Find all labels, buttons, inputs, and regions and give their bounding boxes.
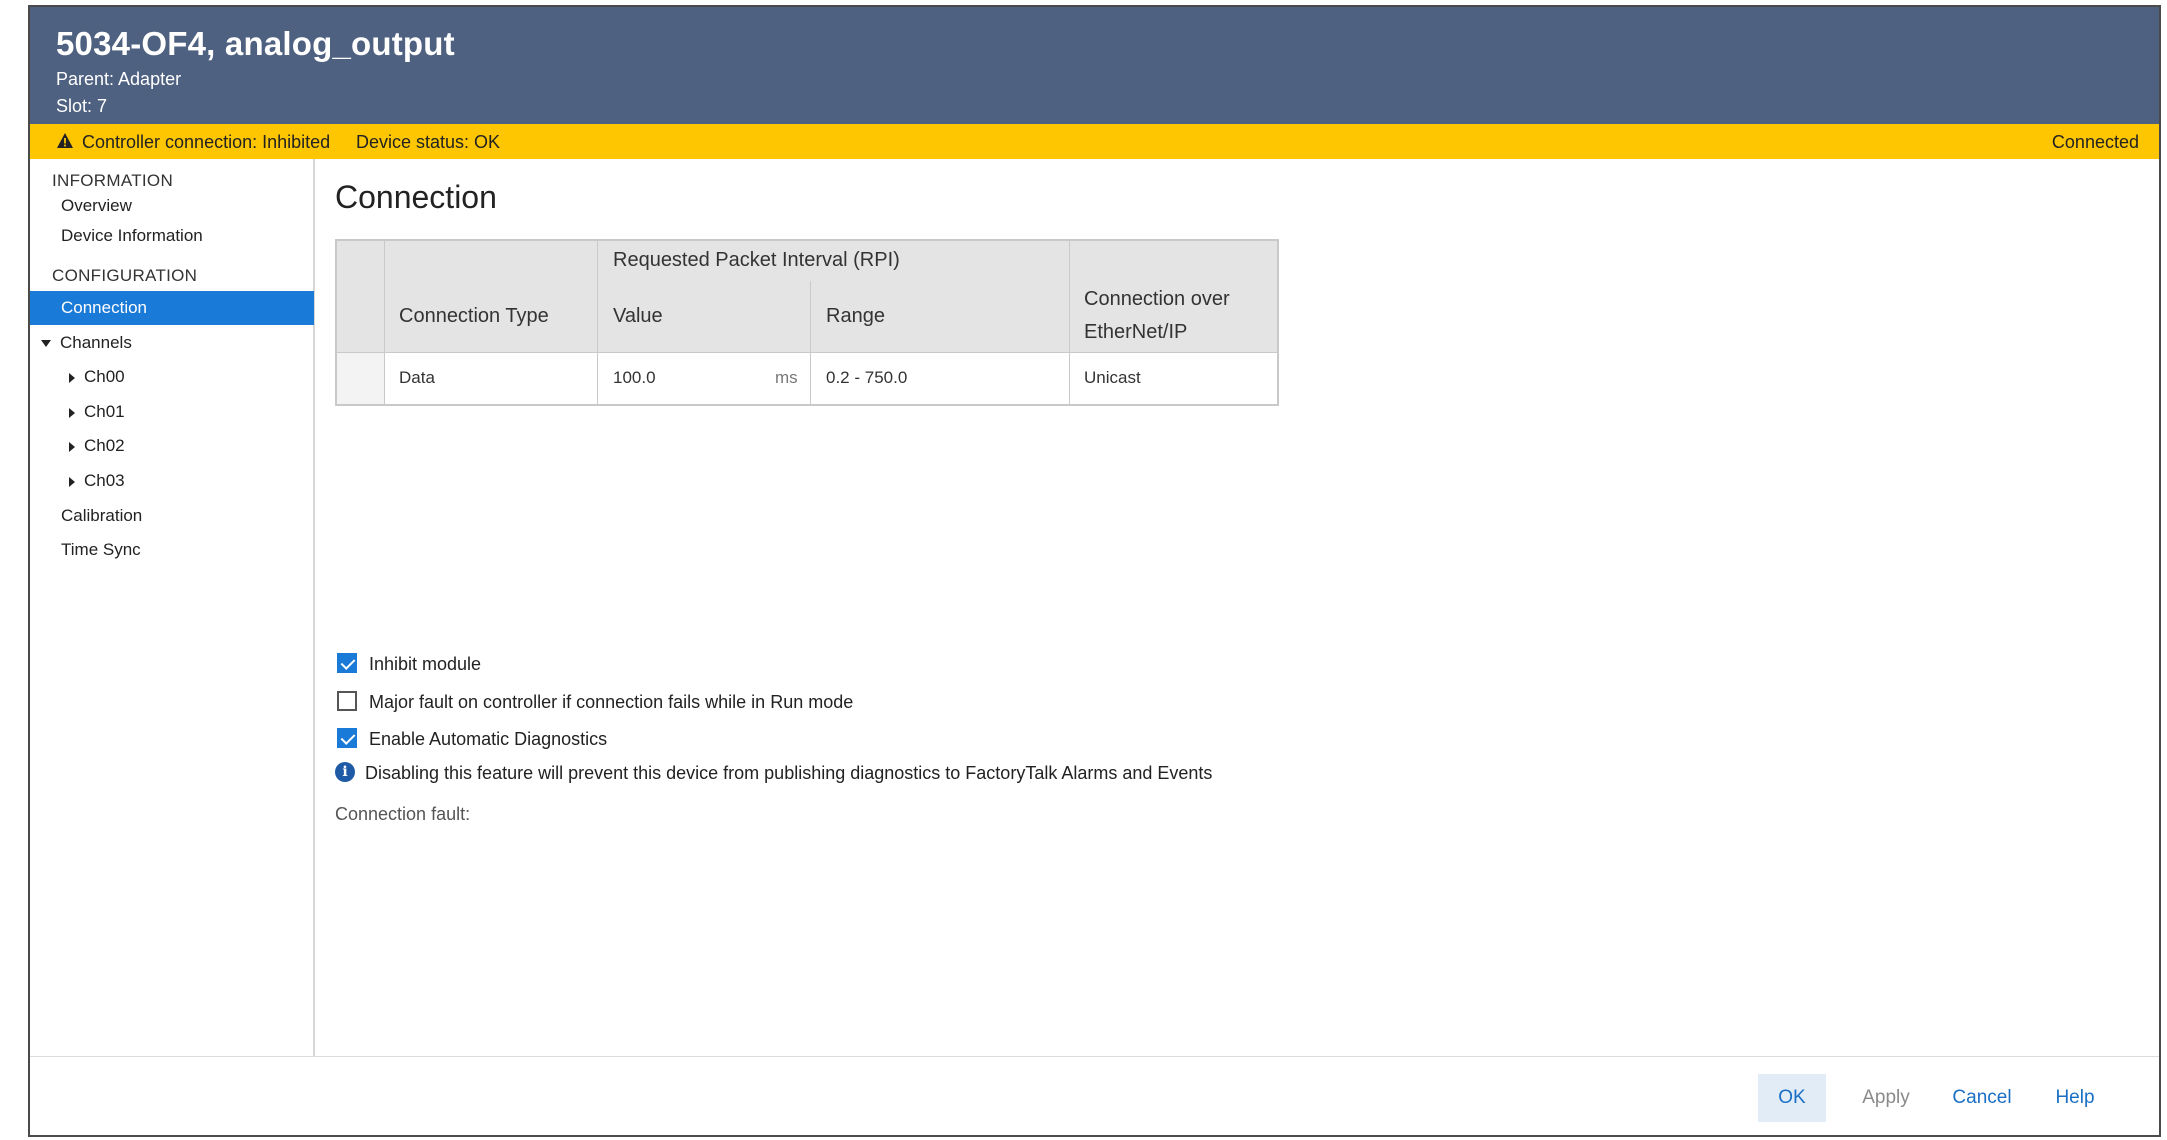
chevron-right-icon[interactable] <box>69 441 75 452</box>
sidebar-item-calibration[interactable]: Calibration <box>61 499 142 533</box>
parent-label: Parent: Adapter <box>56 69 182 89</box>
slot-label: Slot: 7 <box>56 96 108 116</box>
chevron-right-icon[interactable] <box>69 476 75 487</box>
connection-state: Connected <box>2051 132 2139 152</box>
auto-diagnostics-label: Enable Automatic Diagnostics <box>369 729 608 749</box>
rpi-unit: ms <box>775 368 798 387</box>
help-button[interactable]: Help <box>2040 1074 2110 1122</box>
sidebar-item-ch03-label: Ch03 <box>84 471 125 490</box>
status-bar: Controller connection: Inhibited Device … <box>30 124 2159 159</box>
sidebar-item-ch02[interactable]: Ch02 <box>69 429 125 463</box>
sidebar-item-ch03[interactable]: Ch03 <box>69 464 125 498</box>
auto-diagnostics-checkbox[interactable] <box>337 728 357 749</box>
cancel-button[interactable]: Cancel <box>1942 1074 2022 1122</box>
page-title: Connection <box>335 179 497 215</box>
sidebar: INFORMATION Overview Device Information … <box>30 159 315 1056</box>
inhibit-module-checkbox[interactable] <box>337 653 357 674</box>
sidebar-item-ch02-label: Ch02 <box>84 436 125 455</box>
column-header-value: Value <box>613 305 663 327</box>
sidebar-item-ch01-label: Ch01 <box>84 402 125 421</box>
chevron-right-icon[interactable] <box>69 372 75 383</box>
sidebar-item-ch00[interactable]: Ch00 <box>69 360 125 394</box>
cell-range: 0.2 - 750.0 <box>826 368 908 387</box>
connection-fault-label: Connection fault: <box>335 804 471 824</box>
chevron-down-icon[interactable] <box>41 340 51 348</box>
controller-connection-status: Controller connection: Inhibited <box>82 132 331 152</box>
major-fault-checkbox[interactable] <box>337 691 357 712</box>
ok-button[interactable]: OK <box>1758 1074 1826 1122</box>
major-fault-option[interactable]: Major fault on controller if connection … <box>337 691 853 715</box>
column-header-connection-over: Connection over <box>1084 288 1230 310</box>
inhibit-module-option[interactable]: Inhibit module <box>337 653 481 677</box>
column-header-range: Range <box>826 305 885 327</box>
dialog-footer: OK Apply Cancel Help <box>30 1056 2159 1135</box>
major-fault-label: Major fault on controller if connection … <box>369 692 854 712</box>
sidebar-item-time-sync[interactable]: Time Sync <box>61 533 141 567</box>
info-icon: i <box>335 762 355 783</box>
inhibit-module-label: Inhibit module <box>369 654 482 674</box>
auto-diagnostics-option[interactable]: Enable Automatic Diagnostics <box>337 728 607 752</box>
sidebar-item-channels[interactable]: Channels <box>41 326 132 360</box>
module-title: 5034-OF4, analog_output <box>56 25 455 62</box>
warning-icon <box>57 133 73 148</box>
sidebar-item-connection[interactable]: Connection <box>30 291 314 325</box>
row-selector[interactable] <box>337 352 384 404</box>
rpi-header: Requested Packet Interval (RPI) <box>613 249 900 271</box>
cell-connection-over: Unicast <box>1084 368 1141 387</box>
diagnostics-info-text: Disabling this feature will prevent this… <box>365 763 1213 783</box>
sidebar-item-device-information[interactable]: Device Information <box>61 219 203 253</box>
column-header-ethernet-ip: EtherNet/IP <box>1084 321 1188 343</box>
device-status: Device status: OK <box>356 132 501 152</box>
chevron-right-icon[interactable] <box>69 407 75 418</box>
apply-button[interactable]: Apply <box>1848 1074 1924 1122</box>
window-header: 5034-OF4, analog_output Parent: Adapter … <box>30 7 2159 124</box>
sidebar-item-ch01[interactable]: Ch01 <box>69 395 125 429</box>
sidebar-heading-configuration: CONFIGURATION <box>52 266 198 285</box>
sidebar-heading-information: INFORMATION <box>52 171 174 190</box>
column-header-connection-type: Connection Type <box>399 305 549 327</box>
main-panel: Connection Requested Packet Interval (RP… <box>317 159 2159 1056</box>
sidebar-item-ch00-label: Ch00 <box>84 367 125 386</box>
connection-table: Requested Packet Interval (RPI) Connecti… <box>335 239 1279 406</box>
module-properties-window: 5034-OF4, analog_output Parent: Adapter … <box>28 5 2161 1137</box>
diagnostics-info: i Disabling this feature will prevent thi… <box>335 762 1213 784</box>
sidebar-item-channels-label: Channels <box>60 333 132 352</box>
cell-connection-type: Data <box>399 368 435 387</box>
rpi-value-input[interactable]: 100.0 <box>613 368 656 388</box>
sidebar-item-overview[interactable]: Overview <box>61 189 132 223</box>
